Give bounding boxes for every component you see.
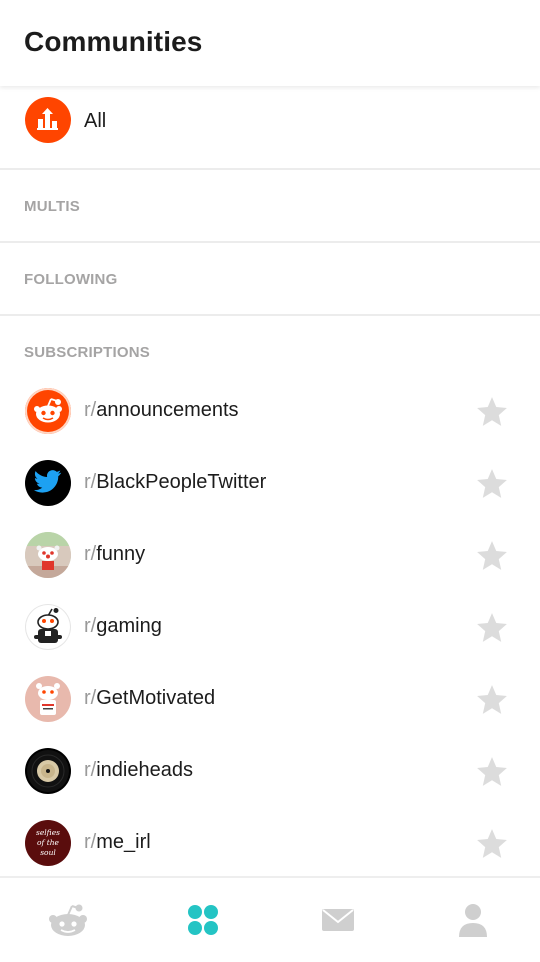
favorite-star-icon[interactable] — [475, 539, 509, 573]
subreddit-row-me-irl[interactable]: selfies of the soul r/me_irl — [0, 807, 540, 879]
all-label: All — [84, 110, 107, 132]
favorite-star-icon[interactable] — [475, 395, 509, 429]
vinyl-record-icon — [25, 748, 71, 794]
subreddit-row-getmotivated[interactable]: r/GetMotivated — [0, 663, 540, 735]
bottom-navigation — [0, 876, 540, 962]
divider — [0, 314, 540, 316]
favorite-star-icon[interactable] — [475, 827, 509, 861]
twitter-bird-icon — [25, 460, 71, 506]
section-header-subscriptions: SUBSCRIPTIONS — [24, 344, 150, 361]
user-icon — [458, 904, 487, 937]
communities-grid-icon — [187, 905, 218, 935]
nav-home-button[interactable] — [0, 878, 135, 962]
favorite-star-icon[interactable] — [475, 683, 509, 717]
subreddit-name: r/funny — [84, 543, 146, 565]
reddit-alien-icon — [25, 388, 71, 434]
nav-communities-button[interactable] — [135, 878, 270, 962]
me-irl-icon: selfies of the soul — [25, 820, 71, 866]
app-header: Communities — [0, 0, 540, 86]
section-header-multis[interactable]: MULTIS — [24, 198, 80, 215]
nav-account-button[interactable] — [405, 878, 540, 962]
favorite-star-icon[interactable] — [475, 611, 509, 645]
svg-text:soul: soul — [40, 848, 56, 857]
reddit-home-icon — [48, 904, 87, 936]
subreddit-name: r/me_irl — [84, 831, 151, 853]
funny-icon — [25, 532, 71, 578]
all-communities-row[interactable]: All — [0, 86, 540, 168]
favorite-star-icon[interactable] — [475, 755, 509, 789]
subreddit-name: r/announcements — [84, 399, 239, 421]
nav-inbox-button[interactable] — [270, 878, 405, 962]
getmotivated-icon — [25, 676, 71, 722]
subreddit-row-indieheads[interactable]: r/indieheads — [0, 735, 540, 807]
subreddit-name: r/gaming — [84, 615, 162, 637]
subreddit-row-gaming[interactable]: r/gaming — [0, 591, 540, 663]
subreddit-row-blackpeopletwitter[interactable]: r/BlackPeopleTwitter — [0, 447, 540, 519]
svg-text:of the: of the — [37, 838, 60, 847]
subreddit-row-funny[interactable]: r/funny — [0, 519, 540, 591]
section-header-following[interactable]: FOLLOWING — [24, 271, 117, 288]
gaming-icon — [25, 604, 71, 650]
subreddit-row-announcements[interactable]: r/announcements — [0, 375, 540, 447]
subreddit-name: r/BlackPeopleTwitter — [84, 471, 267, 493]
divider — [0, 241, 540, 243]
subreddit-name: r/GetMotivated — [84, 687, 216, 709]
favorite-star-icon[interactable] — [475, 467, 509, 501]
page-title: Communities — [24, 26, 203, 57]
svg-text:selfies: selfies — [36, 828, 60, 837]
all-trending-icon — [25, 97, 71, 143]
divider — [0, 168, 540, 170]
subreddit-name: r/indieheads — [84, 759, 193, 781]
mail-icon — [321, 909, 354, 931]
